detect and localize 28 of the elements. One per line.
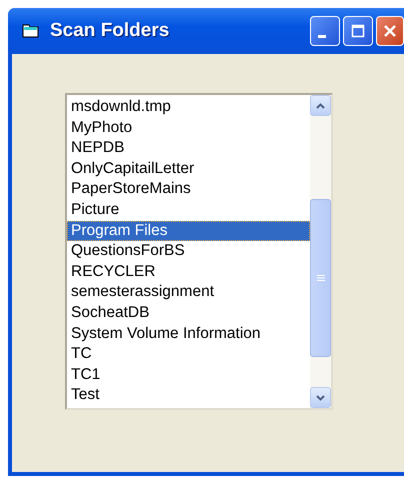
folder-item[interactable]: System Volume Information (67, 324, 310, 344)
folder-item[interactable]: msdownld.tmp (67, 97, 310, 118)
maximize-button[interactable] (343, 16, 373, 46)
maximize-icon (351, 24, 365, 38)
close-icon (383, 24, 397, 38)
window-title: Scan Folders (50, 20, 170, 42)
folder-item[interactable]: semesterassignment (67, 282, 310, 303)
folder-item[interactable]: OnlyCapitailLetter (67, 158, 310, 180)
folder-item[interactable]: QuestionsForBS (67, 241, 310, 262)
folder-item[interactable]: Test (67, 385, 310, 406)
scroll-up-button[interactable] (310, 95, 331, 116)
scroll-down-button[interactable] (310, 387, 331, 408)
folder-item[interactable]: Program Files (67, 220, 310, 242)
minimize-icon (318, 34, 326, 38)
folder-item[interactable]: SocheatDB (67, 302, 310, 324)
scroll-thumb[interactable] (310, 199, 331, 357)
folder-item[interactable]: Picture (67, 200, 310, 221)
folder-item[interactable]: TC1 (67, 364, 310, 386)
window-icon (22, 24, 40, 38)
minimize-button[interactable] (310, 16, 340, 46)
scrollbar[interactable] (310, 95, 331, 408)
folder-item[interactable]: PaperStoreMains (67, 179, 310, 200)
folder-item[interactable]: TC (67, 344, 310, 365)
folder-item[interactable]: NEPDB (67, 138, 310, 159)
folder-item[interactable]: MyPhoto (67, 118, 310, 138)
grip-icon (316, 274, 324, 282)
folder-item[interactable]: RECYCLER (67, 262, 310, 282)
close-button[interactable] (376, 16, 404, 46)
